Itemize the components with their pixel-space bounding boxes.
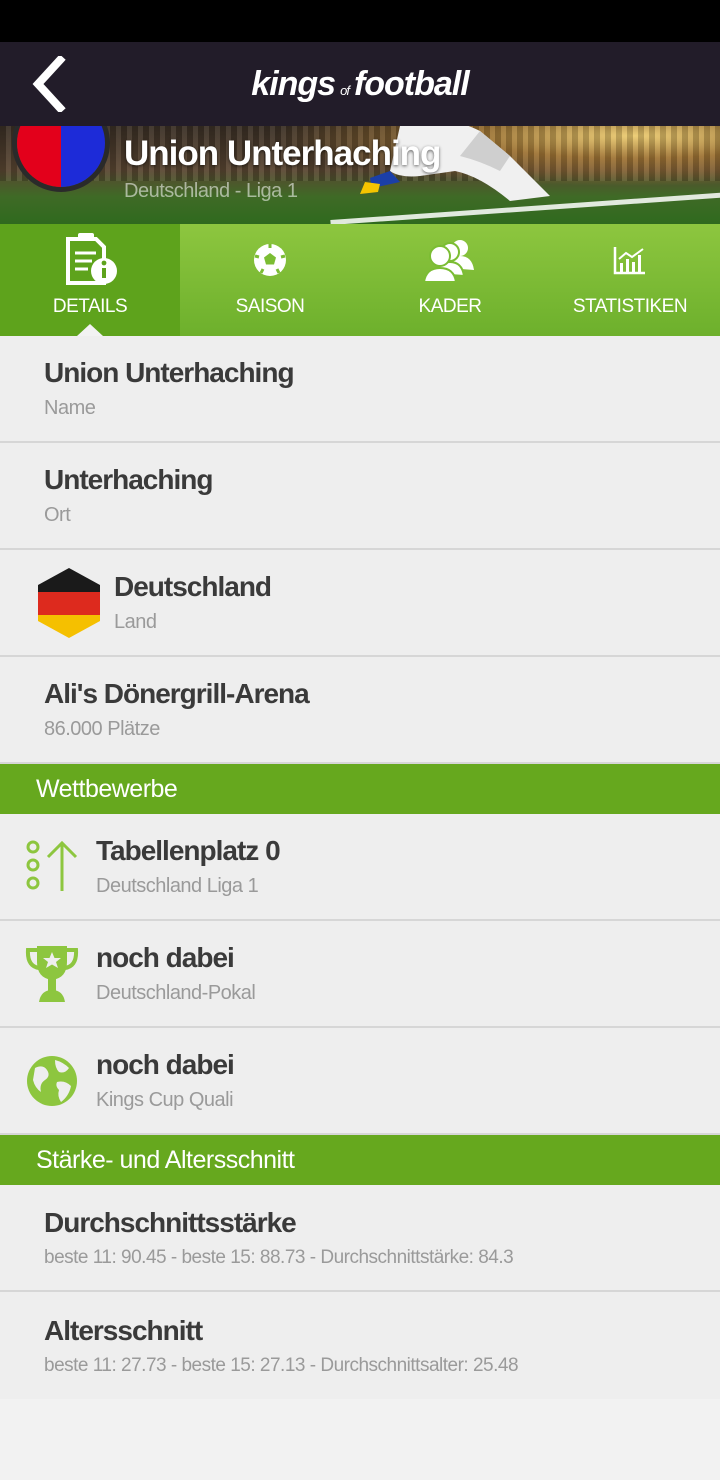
people-icon xyxy=(422,240,474,283)
detail-row-ort: Unterhaching Ort xyxy=(0,443,720,550)
logo-text-kings: kings xyxy=(251,64,336,103)
back-arrow-icon xyxy=(32,56,66,112)
detail-label: 86.000 Plätze xyxy=(44,718,160,740)
tab-details-label: DETAILS xyxy=(52,296,128,317)
detail-value: Ali's Dönergrill-Arena xyxy=(44,678,310,709)
detail-label: Ort xyxy=(44,504,71,526)
competition-row-kings-cup[interactable]: noch dabei Kings Cup Quali xyxy=(0,1028,720,1135)
chart-icon xyxy=(613,247,645,275)
soccer-ball-icon xyxy=(254,244,286,276)
stat-row-age: Altersschnitt beste 11: 27.73 - beste 15… xyxy=(0,1292,720,1399)
tab-statistiken-label: STATISTIKEN xyxy=(572,296,688,317)
detail-label: Name xyxy=(44,397,96,419)
detail-value: Deutschland xyxy=(114,571,272,602)
stat-label: beste 11: 90.45 - beste 15: 88.73 - Durc… xyxy=(44,1246,514,1268)
app-bar: kings of football xyxy=(0,42,720,126)
rank-up-icon xyxy=(26,840,78,891)
app-logo: kings of football xyxy=(251,64,470,104)
team-crest xyxy=(12,126,110,192)
team-header: Union Unterhaching Deutschland - Liga 1 xyxy=(0,126,720,224)
competition-label: Kings Cup Quali xyxy=(96,1089,234,1111)
status-bar xyxy=(0,0,720,42)
competition-row-league[interactable]: Tabellenplatz 0 Deutschland Liga 1 xyxy=(0,814,720,921)
detail-value: Unterhaching xyxy=(44,464,213,495)
competition-label: Deutschland-Pokal xyxy=(96,982,256,1004)
stat-value: Altersschnitt xyxy=(44,1314,203,1346)
tab-kader[interactable]: KADER xyxy=(360,224,540,336)
germany-flag-icon xyxy=(38,567,100,638)
detail-row-stadium: Ali's Dönergrill-Arena 86.000 Plätze xyxy=(0,657,720,764)
detail-label: Land xyxy=(114,611,157,633)
tab-statistiken[interactable]: STATISTIKEN xyxy=(540,224,720,336)
stat-value: Durchschnittsstärke xyxy=(44,1206,297,1238)
tab-details[interactable]: DETAILS xyxy=(0,224,180,336)
competition-value: Tabellenplatz 0 xyxy=(96,835,281,866)
detail-value: Union Unterhaching xyxy=(44,357,295,388)
competition-label: Deutschland Liga 1 xyxy=(96,875,259,897)
detail-row-land: Deutschland Land xyxy=(0,550,720,657)
document-info-icon xyxy=(66,233,117,285)
tab-bar: DETAILS SAISON KADER STATISTIKEN xyxy=(0,224,720,336)
competition-value: noch dabei xyxy=(96,1049,235,1080)
team-name: Union Unterhaching xyxy=(124,134,441,173)
tab-kader-label: KADER xyxy=(418,296,482,317)
globe-icon xyxy=(27,1055,77,1106)
section-header-wettbewerbe: Wettbewerbe xyxy=(0,764,720,814)
logo-text-football: football xyxy=(353,64,470,103)
team-league: Deutschland - Liga 1 xyxy=(124,180,298,202)
trophy-icon xyxy=(25,945,79,1002)
logo-text-of: of xyxy=(340,82,350,98)
tab-saison[interactable]: SAISON xyxy=(180,224,360,336)
section-header-staerke: Stärke- und Altersschnitt xyxy=(0,1135,720,1185)
stat-label: beste 11: 27.73 - beste 15: 27.13 - Durc… xyxy=(44,1354,519,1376)
competition-value: noch dabei xyxy=(96,942,235,973)
stat-row-strength: Durchschnittsstärke beste 11: 90.45 - be… xyxy=(0,1185,720,1292)
tab-saison-label: SAISON xyxy=(235,296,305,317)
competition-row-cup[interactable]: noch dabei Deutschland-Pokal xyxy=(0,921,720,1028)
detail-row-name: Union Unterhaching Name xyxy=(0,336,720,443)
back-button[interactable] xyxy=(18,54,78,114)
